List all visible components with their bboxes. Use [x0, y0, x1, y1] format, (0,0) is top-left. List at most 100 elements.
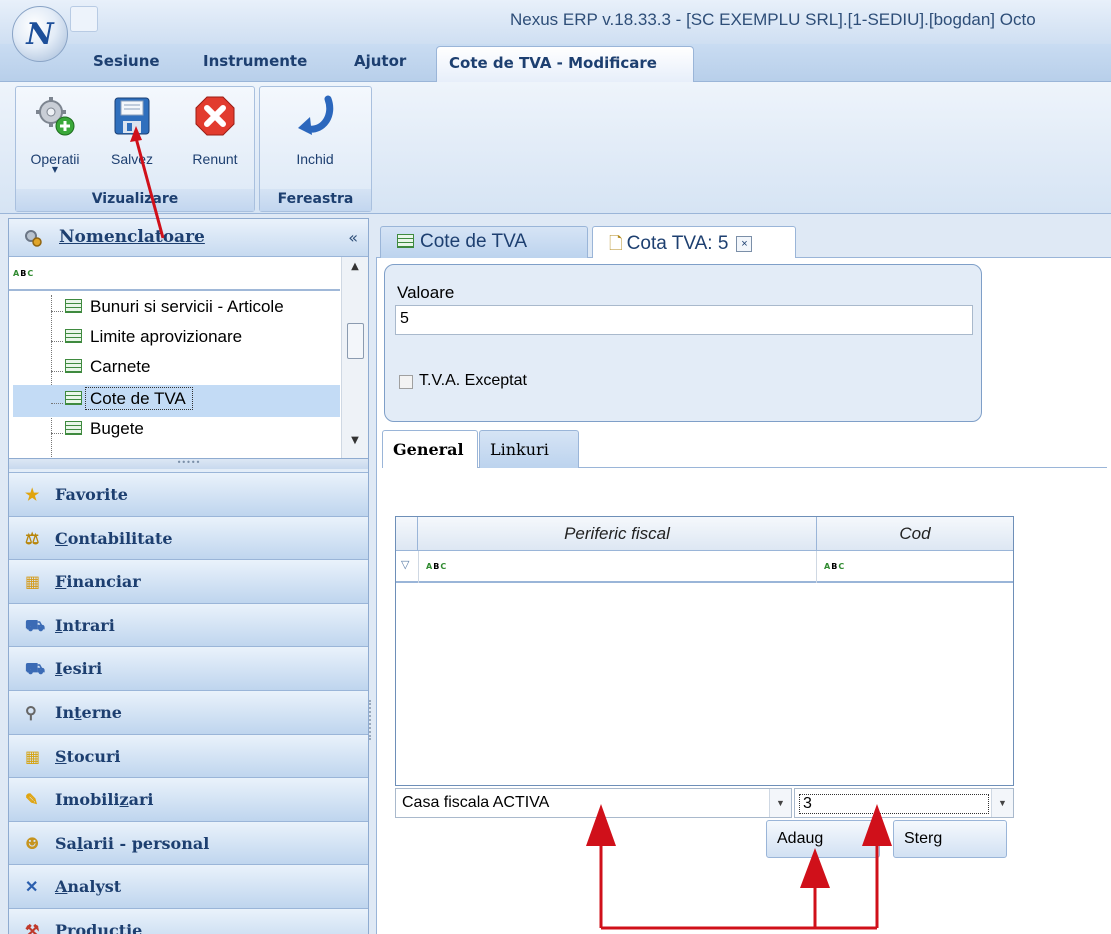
- nav-label-part: Sa: [55, 833, 77, 853]
- column-header-periferic[interactable]: Periferic fiscal: [418, 524, 816, 544]
- app-menu-orb[interactable]: N: [12, 6, 68, 62]
- ribbon-tab-cote-tva-modificare[interactable]: Cote de TVA - Modificare: [436, 46, 694, 83]
- nav-label-part: F: [55, 572, 67, 592]
- menu-ajutor[interactable]: Ajutor: [354, 52, 406, 70]
- scroll-down-icon[interactable]: ▼: [342, 435, 368, 455]
- nav-label-part: P: [55, 921, 68, 934]
- nav-label-part: tocuri: [66, 746, 121, 766]
- filter-separator: [816, 551, 817, 583]
- module-icon: ✎: [25, 790, 39, 810]
- periferice-grid: Periferic fiscal Cod ▽ ABC ABC: [395, 516, 1014, 786]
- chevron-down-icon[interactable]: ▼: [991, 789, 1013, 817]
- scroll-thumb[interactable]: [347, 323, 364, 359]
- ribbon-group-label: Vizualizare: [16, 189, 254, 211]
- nav-analyst[interactable]: ✕ Analyst: [9, 864, 368, 909]
- table-icon: [65, 299, 82, 313]
- quick-access-toolbar[interactable]: [70, 6, 98, 32]
- inchid-label: Inchid: [296, 151, 334, 167]
- close-tab-icon[interactable]: ×: [736, 236, 753, 252]
- nav-interne[interactable]: ⚲ Interne: [9, 690, 368, 734]
- table-icon: [65, 329, 82, 343]
- row-indicator-header: [396, 517, 418, 551]
- tree-filter-row[interactable]: ABC: [9, 257, 340, 291]
- tree-item-cote-tva[interactable]: Cote de TVA: [51, 387, 345, 417]
- inchid-button[interactable]: Inchid: [284, 95, 346, 167]
- tree-item-bugete[interactable]: Bugete: [51, 419, 345, 447]
- ribbon-group-vizualizare: Operatii ▼ Salvez Renunt Vizualizare: [15, 86, 255, 212]
- valoare-input[interactable]: 5: [395, 305, 973, 335]
- grid-filter-row[interactable]: ▽ ABC ABC: [396, 551, 1013, 583]
- chevron-down-icon[interactable]: ▼: [769, 789, 791, 817]
- ribbon-group-label: Fereastra: [260, 189, 371, 211]
- tva-exceptat-checkbox[interactable]: [399, 375, 413, 389]
- nav-label-part: erne: [81, 703, 122, 722]
- renunt-label: Renunt: [192, 151, 238, 167]
- sub-tabs: General Linkuri: [382, 430, 1107, 469]
- nav-favorite[interactable]: ★ Favorite: [9, 472, 368, 516]
- tab-label: Cota TVA: 5: [626, 233, 729, 254]
- floppy-disk-icon: [114, 97, 150, 135]
- menu-sesiune[interactable]: Sesiune: [93, 52, 160, 70]
- tab-label: Cote de TVA: [420, 231, 528, 252]
- module-icon: ⛟: [25, 659, 46, 679]
- collapse-panel-button[interactable]: «: [348, 228, 358, 247]
- tab-general[interactable]: General: [382, 430, 478, 469]
- ribbon-group-fereastra: Inchid Fereastra: [259, 86, 372, 212]
- nav-salarii-personal[interactable]: ☻ Salarii - personal: [9, 820, 368, 865]
- nav-label-part: C: [55, 528, 68, 548]
- nav-label-part: In: [55, 703, 75, 722]
- sterg-button[interactable]: Sterg: [893, 820, 1007, 858]
- nav-financiar[interactable]: ▦ Financiar: [9, 559, 368, 604]
- left-navigation-panel: Nomenclatoare « ABC Bunuri si servicii -…: [8, 218, 369, 934]
- tab-cote-de-tva[interactable]: Cote de TVA: [380, 226, 588, 258]
- nav-imobilizari[interactable]: ✎ Imobilizari: [9, 777, 368, 822]
- tree-item-bunuri[interactable]: Bunuri si servicii - Articole: [51, 297, 345, 325]
- nav-intrari[interactable]: ⛟ Intrari: [9, 602, 368, 647]
- nav-stocuri[interactable]: ▦ Stocuri: [9, 733, 368, 778]
- grid-header: Periferic fiscal Cod: [396, 517, 1013, 551]
- periferic-fiscal-combo[interactable]: Casa fiscala ACTIVA ▼: [395, 788, 792, 818]
- filter-funnel-icon: ▽: [401, 558, 410, 571]
- table-icon: [397, 234, 414, 248]
- menu-instrumente[interactable]: Instrumente: [203, 52, 307, 70]
- renunt-button[interactable]: Renunt: [180, 95, 250, 167]
- window-title: Nexus ERP v.18.33.3 - [SC EXEMPLU SRL].[…: [510, 10, 1036, 29]
- cod-value: 3: [799, 794, 989, 814]
- filter-separator: [418, 551, 419, 583]
- nav-contabilitate[interactable]: ⚖ Contabilitate: [9, 515, 368, 560]
- cod-combo[interactable]: 3 ▼: [794, 788, 1014, 818]
- module-icon: ⚲: [25, 703, 37, 722]
- document-content: Valoare 5 T.V.A. Exceptat General Linkur…: [376, 258, 1111, 934]
- nav-label-part: z: [119, 790, 129, 810]
- menu-bar: Sesiune Instrumente Ajutor Cote de TVA -…: [0, 44, 1111, 83]
- adaug-button[interactable]: Adaug: [766, 820, 880, 858]
- nomenclatoare-tree: ABC Bunuri si servicii - Articole Limite…: [9, 257, 368, 459]
- tree-item-carnete[interactable]: Carnete: [51, 357, 345, 385]
- column-header-cod[interactable]: Cod: [817, 524, 1013, 544]
- nav-productie[interactable]: ⚒ Productie: [9, 908, 368, 934]
- salvez-button[interactable]: Salvez: [102, 95, 162, 167]
- tree-item-limite[interactable]: Limite aprovizionare: [51, 327, 345, 355]
- vertical-splitter-handle[interactable]: [369, 700, 373, 740]
- tva-exceptat-label: T.V.A. Exceptat: [419, 372, 527, 389]
- document-area: Cote de TVA 🗋 Cota TVA: 5 × Valoare 5 T.V.…: [376, 218, 1111, 934]
- nav-label-part: A: [55, 877, 68, 897]
- tab-linkuri[interactable]: Linkuri: [479, 430, 579, 468]
- nomenclatoare-title: Nomenclatoare: [59, 227, 205, 247]
- nomenclatoare-header[interactable]: Nomenclatoare «: [9, 219, 368, 257]
- cancel-x-icon: [195, 96, 235, 136]
- table-icon: [65, 391, 82, 405]
- cota-groupbox: Valoare 5 T.V.A. Exceptat: [384, 264, 982, 422]
- tree-scrollbar[interactable]: ▲ ▼: [341, 257, 368, 458]
- nav-iesiri[interactable]: ⛟ Iesiri: [9, 646, 368, 691]
- module-icon: ⚖: [25, 528, 40, 548]
- panel-splitter[interactable]: •••••: [9, 459, 368, 469]
- abc-filter-icon: ABC: [824, 562, 846, 571]
- tab-cota-tva-5[interactable]: 🗋 Cota TVA: 5 ×: [592, 226, 796, 259]
- new-doc-icon: 🗋: [609, 234, 623, 253]
- abc-filter-icon: ABC: [426, 562, 448, 571]
- operatii-button[interactable]: Operatii ▼: [24, 95, 86, 174]
- scroll-up-icon[interactable]: ▲: [342, 261, 368, 281]
- table-icon: [65, 421, 82, 435]
- nav-label-part: Favorite: [55, 485, 128, 504]
